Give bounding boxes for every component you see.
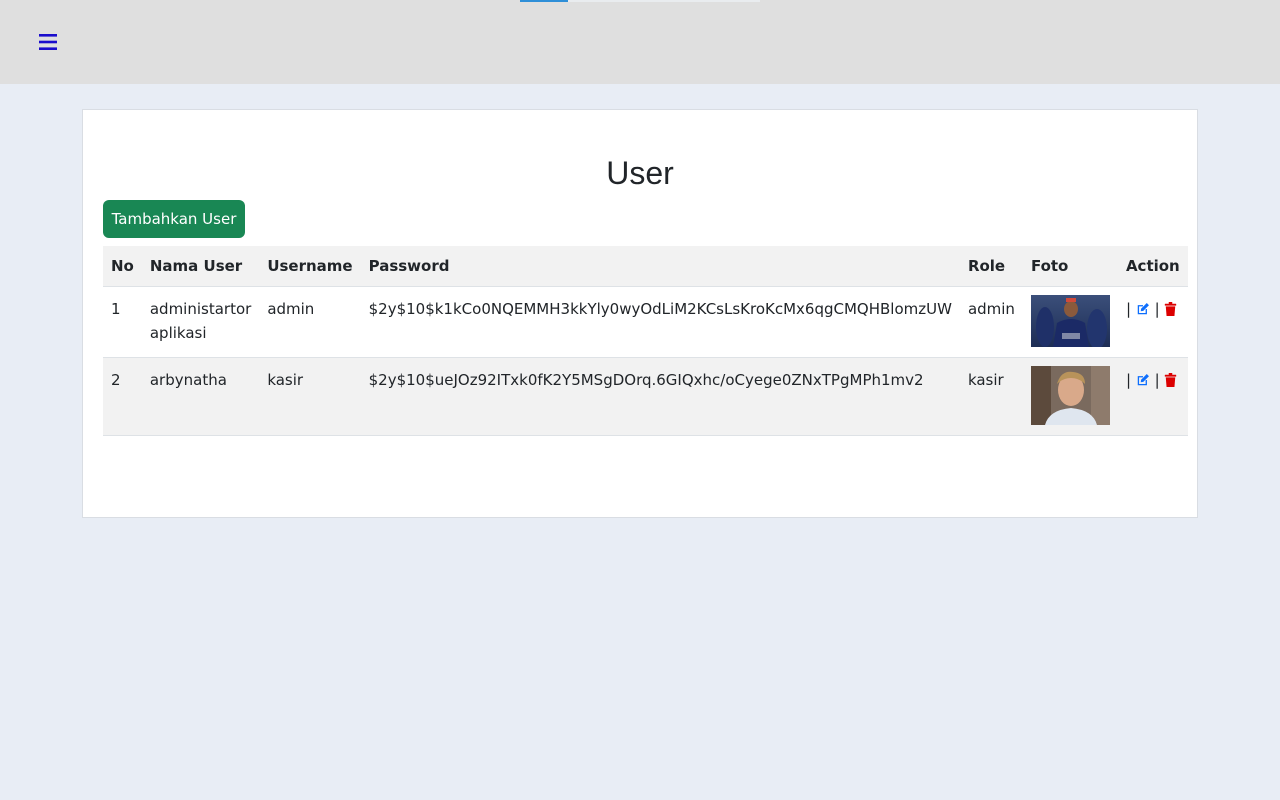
table-row: 2 arbynatha kasir $2y$10$ueJOz92ITxk0fK2… <box>103 357 1188 436</box>
cell-username: admin <box>259 286 361 358</box>
column-header-nama-user: Nama User <box>141 246 260 287</box>
column-header-username: Username <box>259 246 361 287</box>
cell-no: 2 <box>103 357 142 436</box>
column-header-action: Action <box>1117 246 1188 287</box>
column-header-password: Password <box>360 246 960 287</box>
cell-nama-user: administartor aplikasi <box>141 286 260 358</box>
edit-icon[interactable] <box>1136 373 1150 387</box>
action-separator: | <box>1154 371 1160 389</box>
top-navbar <box>0 0 1280 84</box>
action-separator: | <box>1125 371 1131 389</box>
cell-nama-user: arbynatha <box>141 357 260 436</box>
top-tab-active-indicator <box>520 0 568 2</box>
table-header-row: No Nama User Username Password Role Foto… <box>103 246 1188 287</box>
column-header-no: No <box>103 246 142 287</box>
cell-role: kasir <box>959 357 1023 436</box>
user-photo <box>1030 295 1110 347</box>
users-table: No Nama User Username Password Role Foto… <box>103 246 1188 436</box>
top-tab-strip <box>520 0 760 2</box>
cell-no: 1 <box>103 286 142 358</box>
cell-action: | | <box>1117 286 1188 358</box>
table-header: No Nama User Username Password Role Foto… <box>103 246 1188 287</box>
column-header-role: Role <box>959 246 1023 287</box>
action-separator: | <box>1154 300 1160 318</box>
page-title: User <box>606 155 674 191</box>
cell-username: kasir <box>259 357 361 436</box>
cell-action: | | <box>1117 357 1188 436</box>
action-separator: | <box>1125 300 1131 318</box>
cell-role: admin <box>959 286 1023 358</box>
edit-icon[interactable] <box>1136 302 1150 316</box>
add-user-button[interactable]: Tambahkan User <box>103 200 245 238</box>
cell-foto <box>1022 357 1118 436</box>
bars-icon[interactable] <box>37 31 59 53</box>
trash-icon[interactable] <box>1164 302 1177 316</box>
column-header-foto: Foto <box>1022 246 1118 287</box>
user-photo <box>1030 366 1110 425</box>
trash-icon[interactable] <box>1164 373 1177 387</box>
cell-foto <box>1022 286 1118 358</box>
cell-password: $2y$10$k1kCo0NQEMMH3kkYly0wyOdLiM2KCsLsK… <box>360 286 960 358</box>
table-row: 1 administartor aplikasi admin $2y$10$k1… <box>103 286 1188 358</box>
cell-password: $2y$10$ueJOz92ITxk0fK2Y5MSgDOrq.6GIQxhc/… <box>360 357 960 436</box>
